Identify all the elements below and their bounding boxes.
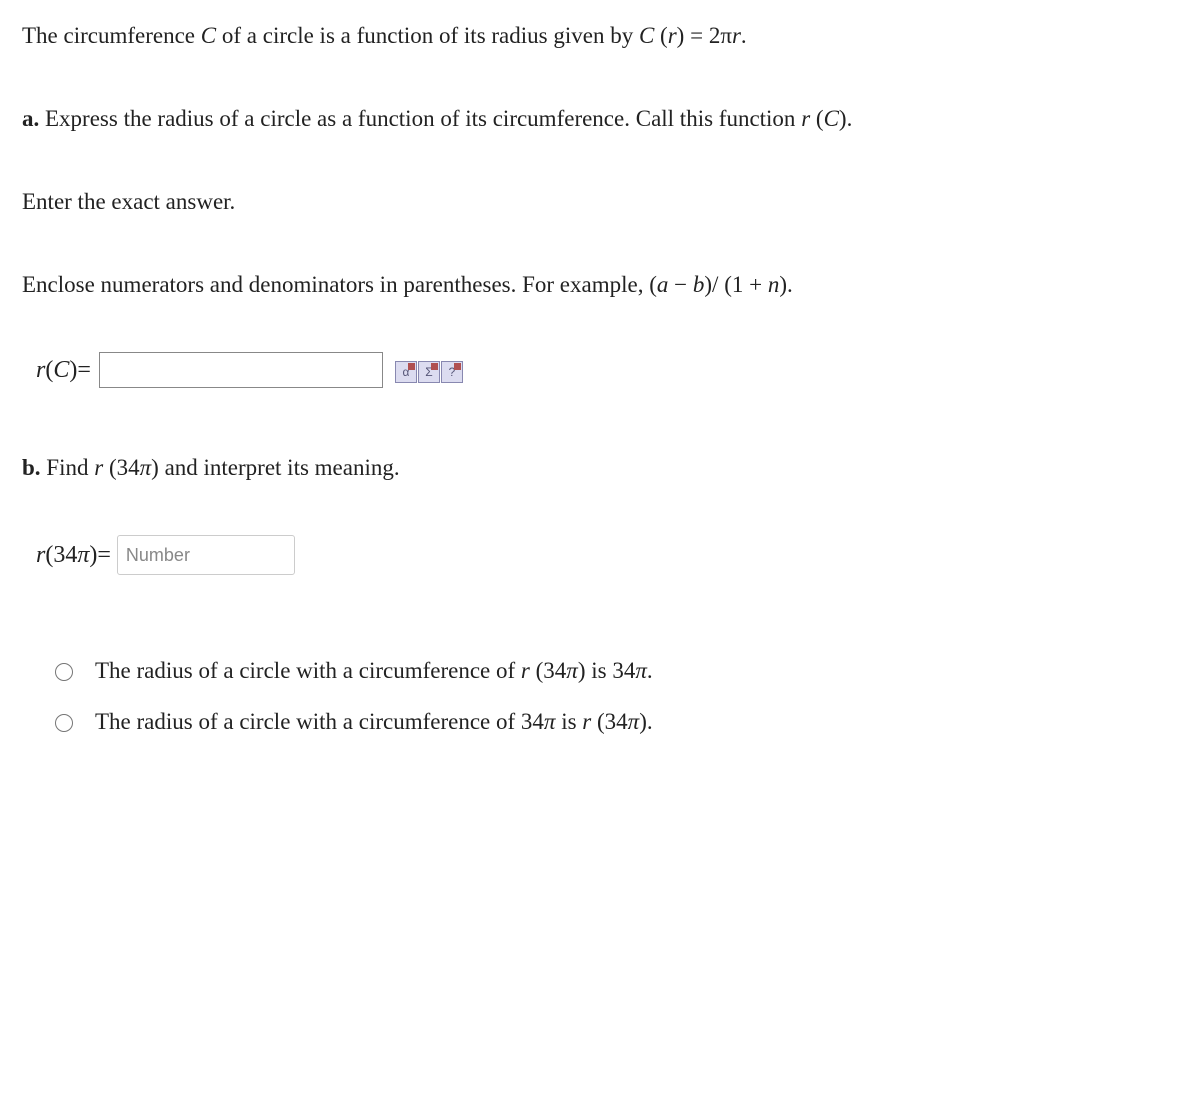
option-1-radio[interactable]: [55, 663, 73, 681]
opt1-arg: (34π): [530, 658, 586, 683]
opt2-val: 34π: [521, 709, 556, 734]
option-1-text: The radius of a circle with a circumfere…: [95, 655, 653, 686]
opt2-period: .: [647, 709, 653, 734]
answer-a-closep: ): [69, 354, 77, 386]
answer-a-paren: (: [45, 354, 53, 386]
opt2-pre: The radius of a circle with a circumfere…: [95, 709, 521, 734]
equation-preview-icon[interactable]: α: [395, 361, 417, 383]
ex-minus: −: [668, 272, 692, 297]
ex-close2: ): [779, 272, 787, 297]
opt2-mid: is: [555, 709, 582, 734]
part-a-prompt: a. Express the radius of a circle as a f…: [22, 103, 1178, 134]
part-b-label: b.: [22, 455, 41, 480]
option-2-radio[interactable]: [55, 714, 73, 732]
opt1-pre: The radius of a circle with a circumfere…: [95, 658, 521, 683]
part-a-label: a.: [22, 106, 39, 131]
var-r-end: r: [732, 23, 741, 48]
part-b-post: and interpret its meaning.: [159, 455, 400, 480]
intro-pre: The circumference: [22, 23, 201, 48]
ex-a: a: [657, 272, 669, 297]
intro-eq: = 2π: [684, 23, 732, 48]
intro-mid: of a circle is a function of its radius …: [216, 23, 639, 48]
equation-help-icon[interactable]: ?: [441, 361, 463, 383]
ex-b: b: [693, 272, 705, 297]
part-a-text: Express the radius of a circle as a func…: [39, 106, 801, 131]
intro-period: .: [741, 23, 747, 48]
answer-b-closep: ): [89, 539, 97, 571]
instruction-exact: Enter the exact answer.: [22, 186, 1178, 217]
ex-close1: )/: [704, 272, 718, 297]
answer-b-paren: (34: [45, 539, 77, 571]
opt1-r: r: [521, 658, 530, 683]
part-b-prompt: b. Find r (34π) and interpret its meanin…: [22, 452, 1178, 483]
instruction2-period: .: [787, 272, 793, 297]
equation-sigma-icon[interactable]: Σ: [418, 361, 440, 383]
instruction-parentheses: Enclose numerators and denominators in p…: [22, 269, 1178, 300]
instruction2-pre: Enclose numerators and denominators in p…: [22, 272, 649, 297]
var-r: r: [668, 23, 677, 48]
part-a-Cvar: C: [824, 106, 839, 131]
ex-open2: (1 +: [718, 272, 767, 297]
answer-a-row: r (C) = αΣ?: [36, 352, 1178, 388]
answer-a-eq: =: [77, 354, 91, 386]
instruction2-open1: (: [649, 272, 657, 297]
part-a-period: .: [847, 106, 853, 131]
answer-b-row: r (34π) =: [36, 535, 1178, 575]
option-2-text: The radius of a circle with a circumfere…: [95, 706, 653, 737]
opt1-val: 34π: [612, 658, 647, 683]
ex-n: n: [768, 272, 780, 297]
opt1-period: .: [647, 658, 653, 683]
intro-text: The circumference C of a circle is a fun…: [22, 20, 1178, 51]
part-b-arg: (34π): [103, 455, 159, 480]
answer-a-r: r: [36, 354, 45, 386]
answer-b-eq: =: [97, 539, 111, 571]
intro-paren: (: [654, 23, 667, 48]
part-a-r: r: [801, 106, 810, 131]
part-a-carg: (: [810, 106, 823, 131]
answer-b-pi: π: [77, 539, 89, 571]
opt1-mid: is: [586, 658, 613, 683]
var-C: C: [201, 23, 216, 48]
var-C2: C: [639, 23, 654, 48]
opt2-arg: (34π): [591, 709, 647, 734]
option-1-row: The radius of a circle with a circumfere…: [50, 655, 1178, 686]
answer-a-C: C: [53, 354, 69, 386]
part-a-closep: ): [839, 106, 847, 131]
answer-b-input[interactable]: [117, 535, 295, 575]
answer-a-input[interactable]: [99, 352, 383, 388]
option-2-row: The radius of a circle with a circumfere…: [50, 706, 1178, 737]
answer-b-r: r: [36, 539, 45, 571]
opt2-r: r: [582, 709, 591, 734]
part-b-r: r: [94, 455, 103, 480]
part-b-pre: Find: [41, 455, 95, 480]
